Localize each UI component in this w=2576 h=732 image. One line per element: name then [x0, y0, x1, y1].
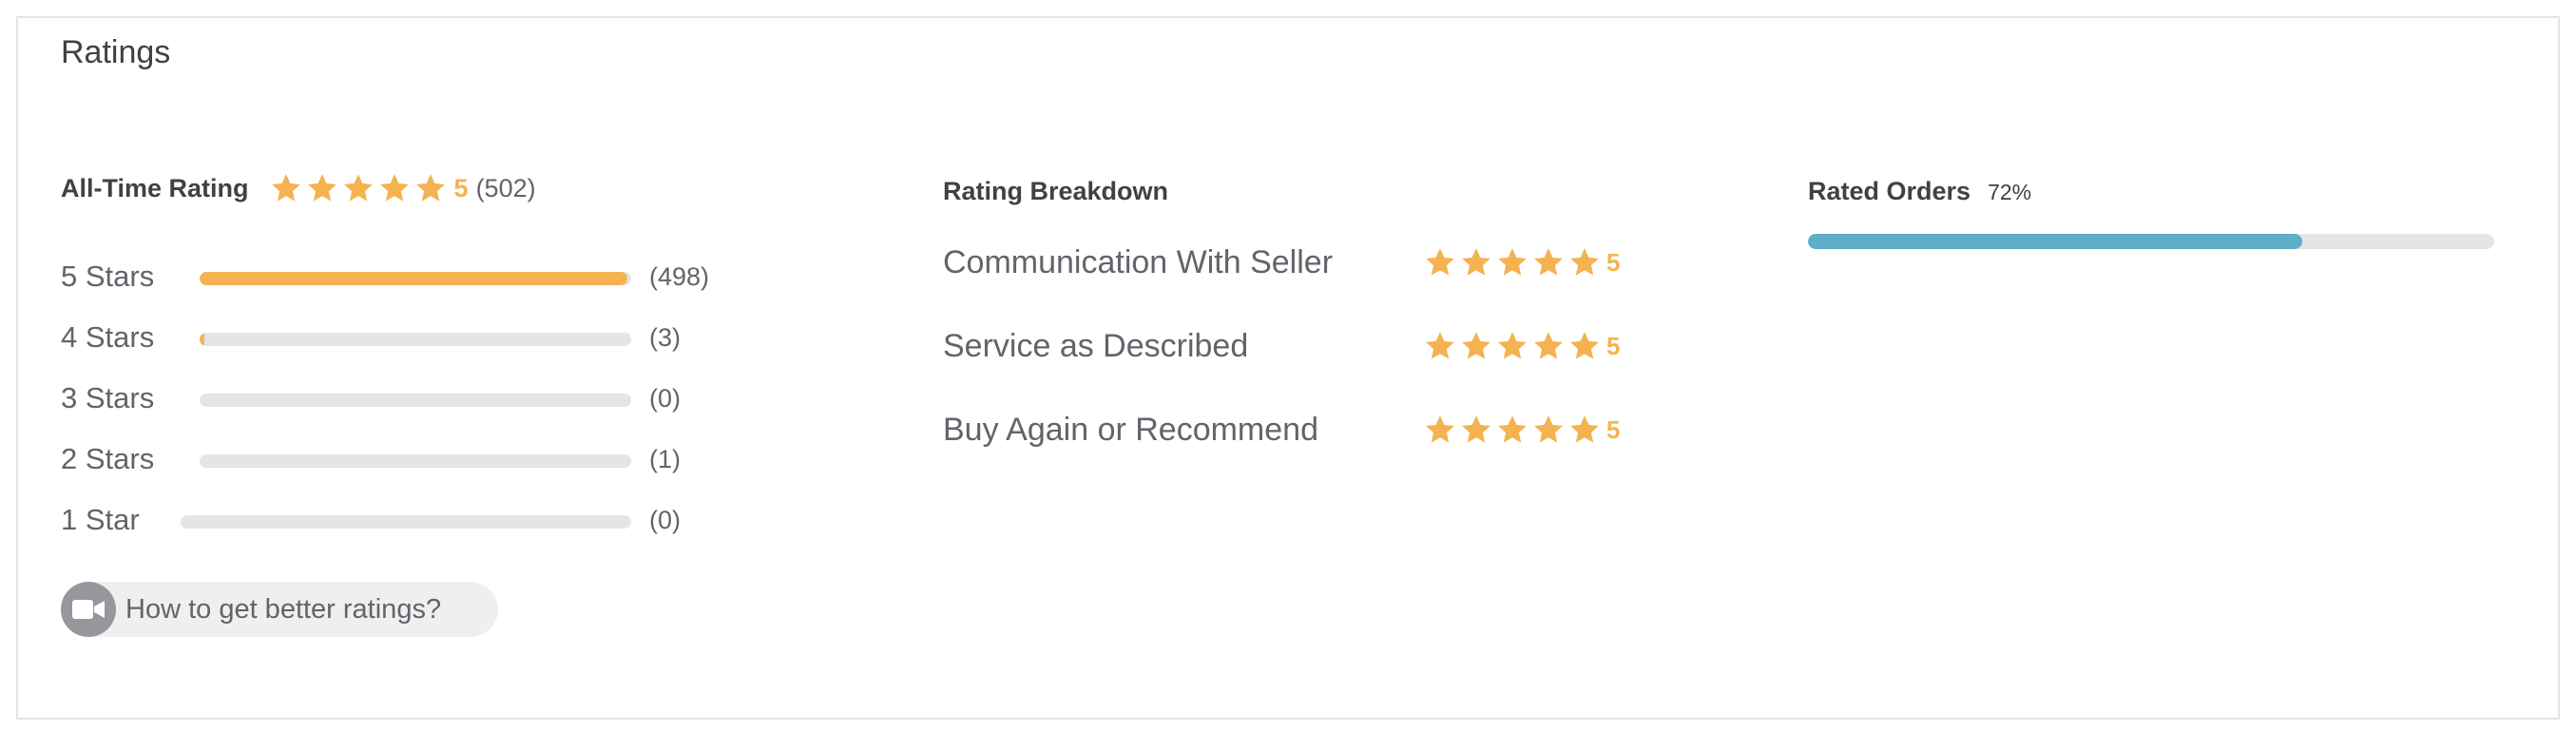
star-level-label: 4 Stars: [61, 320, 155, 354]
star-icon: [1462, 248, 1490, 276]
distribution-bar: [200, 394, 631, 407]
star-level-label: 5 Stars: [61, 260, 155, 293]
breakdown-row: Buy Again or Recommend 5: [943, 403, 1665, 456]
breakdown-score: 5: [1606, 414, 1621, 444]
all-time-score: 5: [453, 173, 469, 202]
rated-orders-header: Rated Orders 72%: [1808, 177, 2031, 206]
star-icon: [1462, 415, 1490, 443]
star-level-count: (3): [649, 323, 681, 352]
all-time-rating: All-Time Rating 5 (502): [61, 160, 726, 217]
breakdown-label: Service as Described: [943, 327, 1249, 364]
distribution-bar: [200, 454, 631, 468]
breakdown-stars: [1424, 414, 1605, 446]
better-ratings-help-button[interactable]: How to get better ratings?: [61, 582, 498, 637]
star-icon: [1426, 248, 1454, 276]
star-distribution-row: 1 Star: [61, 496, 140, 544]
all-time-stars: [270, 172, 451, 204]
star-icon: [271, 174, 300, 202]
distribution-bar: [200, 272, 631, 285]
breakdown-score: 5: [1606, 331, 1621, 360]
star-level-count: (1): [649, 445, 681, 473]
page-title: Ratings: [61, 34, 171, 70]
star-level-count: (498): [649, 262, 710, 291]
star-icon: [1570, 415, 1599, 443]
help-icon-circle: [61, 582, 116, 637]
star-icon: [1426, 332, 1454, 359]
rated-orders-percent: 72%: [1988, 180, 2032, 204]
breakdown-stars: [1424, 246, 1605, 279]
all-time-rating-heading: All-Time Rating: [61, 173, 249, 202]
star-level-label: 2 Stars: [61, 442, 155, 475]
star-level-count: (0): [649, 384, 681, 413]
star-distribution-row: 2 Stars: [61, 435, 154, 483]
star-level-label: 3 Stars: [61, 381, 155, 414]
star-icon: [1534, 332, 1563, 359]
breakdown-stars: [1424, 330, 1605, 362]
star-icon: [1498, 415, 1527, 443]
all-time-review-count: (502): [475, 173, 536, 202]
star-icon: [1498, 248, 1527, 276]
breakdown-label: Buy Again or Recommend: [943, 411, 1318, 448]
distribution-bar: [181, 515, 631, 529]
rated-orders-bar: [1808, 234, 2494, 249]
breakdown-label: Communication With Seller: [943, 243, 1334, 280]
star-icon: [1426, 415, 1454, 443]
star-icon: [307, 174, 336, 202]
star-icon: [1498, 332, 1527, 359]
star-icon: [1534, 248, 1563, 276]
rated-orders-heading: Rated Orders: [1808, 177, 1971, 205]
star-icon: [1570, 248, 1599, 276]
star-icon: [1570, 332, 1599, 359]
better-ratings-help-label: How to get better ratings?: [125, 593, 442, 625]
star-icon: [343, 174, 373, 202]
star-level-label: 1 Star: [61, 503, 140, 536]
star-distribution-row: 4 Stars: [61, 314, 154, 361]
breakdown-score: 5: [1606, 247, 1621, 277]
star-icon: [1462, 332, 1490, 359]
distribution-bar: [200, 333, 631, 346]
star-distribution-row: 5 Stars: [61, 253, 154, 300]
rating-breakdown-heading: Rating Breakdown: [943, 177, 1169, 205]
star-distribution-row: 3 Stars: [61, 375, 154, 422]
breakdown-row: Communication With Seller 5: [943, 236, 1665, 289]
breakdown-row: Service as Described 5: [943, 319, 1665, 373]
star-level-count: (0): [649, 506, 681, 534]
video-camera-icon: [72, 600, 105, 619]
distribution-bar-fill: [200, 272, 628, 285]
star-icon: [379, 174, 409, 202]
star-icon: [1534, 415, 1563, 443]
rated-orders-bar-fill: [1808, 234, 2302, 249]
star-icon: [415, 174, 445, 202]
